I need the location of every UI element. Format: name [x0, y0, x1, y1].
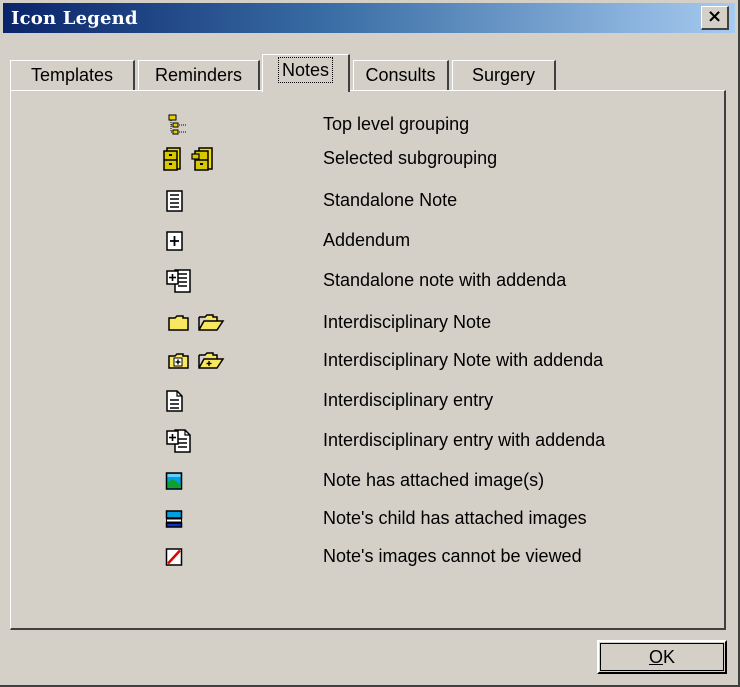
tab-templates[interactable]: Templates	[10, 60, 135, 90]
legend-label: Top level grouping	[323, 114, 470, 134]
legend-row: Note has attached image(s)	[11, 465, 711, 497]
legend-label: Standalone note with addenda	[323, 270, 567, 290]
tab-label: Surgery	[471, 65, 536, 85]
entry-icon	[166, 390, 183, 412]
title-bar[interactable]: Icon Legend ×	[3, 3, 735, 33]
legend-row: Standalone Note	[11, 185, 711, 217]
legend-label: Interdisciplinary entry with addenda	[323, 430, 606, 450]
tab-notes[interactable]: Notes	[262, 54, 350, 92]
entry-with-addenda-icon	[166, 429, 191, 453]
icon-legend-dialog: Icon Legend × Templates Reminders Notes …	[0, 0, 740, 687]
note-icon	[166, 190, 183, 212]
tab-label: Reminders	[154, 65, 243, 85]
ok-mnemonic: O	[648, 647, 663, 667]
legend-label: Note has attached image(s)	[323, 470, 545, 490]
folder-plus-open-icon	[198, 352, 225, 369]
tab-label: Templates	[30, 65, 114, 85]
ok-label: K	[663, 647, 676, 667]
ok-button[interactable]: OK	[597, 640, 727, 674]
folder-plus-closed-icon	[168, 353, 189, 369]
legend-row: Interdisciplinary Note with addenda	[11, 345, 711, 377]
tab-reminders[interactable]: Reminders	[138, 60, 260, 90]
attached-image-icon	[165, 472, 183, 490]
legend-label: Selected subgrouping	[323, 148, 498, 168]
notes-legend-panel: Top level grouping Selected subgrouping …	[10, 90, 726, 630]
close-button[interactable]: ×	[701, 6, 729, 30]
cabinet-open-icon	[191, 147, 213, 171]
legend-label: Interdisciplinary Note	[323, 312, 492, 332]
folder-open-icon	[198, 314, 225, 331]
legend-row: Standalone note with addenda	[11, 265, 711, 297]
cabinet-icon	[163, 147, 181, 171]
legend-row: Interdisciplinary entry	[11, 385, 711, 417]
legend-row: Selected subgrouping	[11, 143, 711, 175]
tab-surgery[interactable]: Surgery	[452, 60, 556, 90]
tab-label: Notes	[277, 57, 334, 83]
legend-row: Top level grouping	[11, 109, 711, 141]
image-not-viewable-icon	[165, 548, 183, 566]
legend-label: Interdisciplinary entry	[323, 390, 494, 410]
window-title: Icon Legend	[11, 8, 138, 29]
tab-consults[interactable]: Consults	[353, 60, 449, 90]
child-attached-images-icon	[165, 510, 183, 528]
addendum-icon	[166, 231, 183, 251]
legend-label: Interdisciplinary Note with addenda	[323, 350, 604, 370]
legend-label: Addendum	[323, 230, 411, 250]
legend-row: Addendum	[11, 225, 711, 257]
legend-label: Note's images cannot be viewed	[323, 546, 582, 566]
legend-row: Interdisciplinary Note	[11, 307, 711, 339]
legend-row: Interdisciplinary entry with addenda	[11, 425, 711, 457]
folder-closed-icon	[168, 315, 189, 331]
legend-row: Note's images cannot be viewed	[11, 541, 711, 573]
legend-row: Note's child has attached images	[11, 503, 711, 535]
legend-label: Note's child has attached images	[323, 508, 587, 528]
tab-label: Consults	[365, 65, 436, 85]
note-with-addenda-icon	[166, 269, 191, 293]
legend-label: Standalone Note	[323, 190, 458, 210]
tree-grouping-icon	[168, 114, 186, 135]
